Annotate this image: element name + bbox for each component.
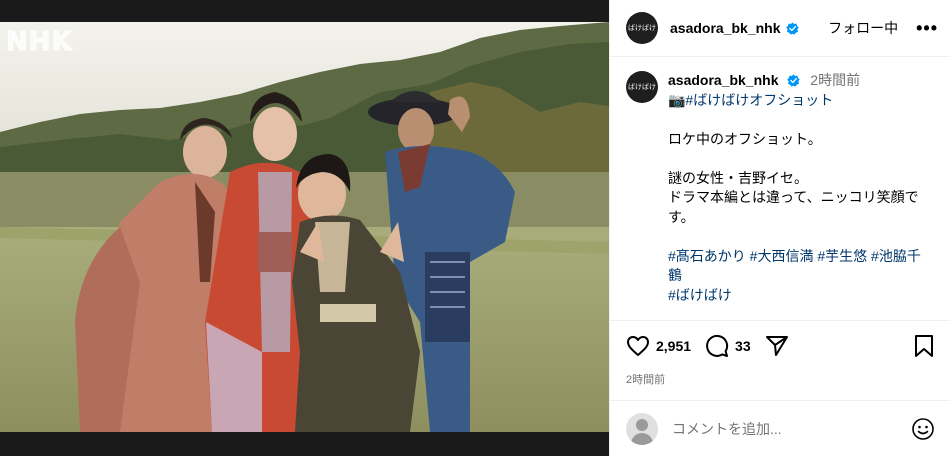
following-button[interactable]: フォロー中 xyxy=(828,18,898,38)
more-options-button[interactable]: ••• xyxy=(916,19,938,37)
avatar-logo-text: ばけばけ xyxy=(628,82,656,91)
caption-timestamp[interactable]: 2時間前 xyxy=(810,72,860,88)
comment-bubble-icon[interactable] xyxy=(705,334,729,358)
current-user-avatar xyxy=(626,412,658,445)
comment-composer: コメントを追加... xyxy=(610,400,950,456)
caption-line: 謎の女性・吉野イセ。 xyxy=(668,169,808,186)
profile-avatar[interactable]: ばけばけ xyxy=(626,12,658,44)
emoji-picker-icon[interactable] xyxy=(911,417,935,441)
caption-username[interactable]: asadora_bk_nhk xyxy=(668,72,779,88)
caption-line: ドラマ本編とは違って、ニッコリ笑顔で xyxy=(668,189,919,205)
caption-hashtags[interactable]: #ばけばけ xyxy=(668,286,934,306)
comments-count[interactable]: 33 xyxy=(735,338,751,354)
media-letterbox-top xyxy=(0,0,609,22)
caption-hashtags[interactable]: 鶴 xyxy=(668,266,934,286)
caption-hashtags[interactable]: #髙石あかり #大西信満 #芋生悠 #池脇千 xyxy=(668,247,934,267)
likes-count[interactable]: 2,951 xyxy=(656,338,691,354)
post-media[interactable]: NHK xyxy=(0,0,609,456)
caption-body: asadora_bk_nhk 2時間前 📷#ばけばけオフショット ロケ中のオフシ… xyxy=(668,71,934,319)
verified-badge-icon xyxy=(787,74,801,87)
share-paper-plane-icon[interactable] xyxy=(765,334,789,358)
caption-hashtag-title[interactable]: 📷#ばけばけオフショット xyxy=(668,91,934,111)
header-username[interactable]: asadora_bk_nhk xyxy=(670,20,781,36)
caption-line: ロケ中のオフショット。 xyxy=(668,130,822,147)
post-header: ばけばけ asadora_bk_nhk フォロー中 ••• xyxy=(610,0,950,57)
post-actions: 2,951 33 2時間前 xyxy=(610,320,950,390)
like-heart-icon[interactable] xyxy=(626,334,650,358)
save-bookmark-icon[interactable] xyxy=(913,334,935,358)
post-photo xyxy=(0,22,609,432)
caption-line: す。 xyxy=(668,208,695,225)
avatar-logo-text: ばけばけ xyxy=(628,23,656,32)
post-side-panel: ばけばけ asadora_bk_nhk フォロー中 ••• ばけばけ asado… xyxy=(609,0,950,456)
add-comment-input[interactable]: コメントを追加... xyxy=(672,419,911,439)
caption-avatar[interactable]: ばけばけ xyxy=(626,71,658,103)
post-time[interactable]: 2時間前 xyxy=(626,371,935,387)
media-letterbox-bottom xyxy=(0,432,609,456)
nhk-watermark: NHK xyxy=(6,27,73,58)
verified-badge-icon xyxy=(785,21,799,35)
post-caption: ばけばけ asadora_bk_nhk 2時間前 📷#ばけばけオフショット ロケ… xyxy=(610,57,950,319)
